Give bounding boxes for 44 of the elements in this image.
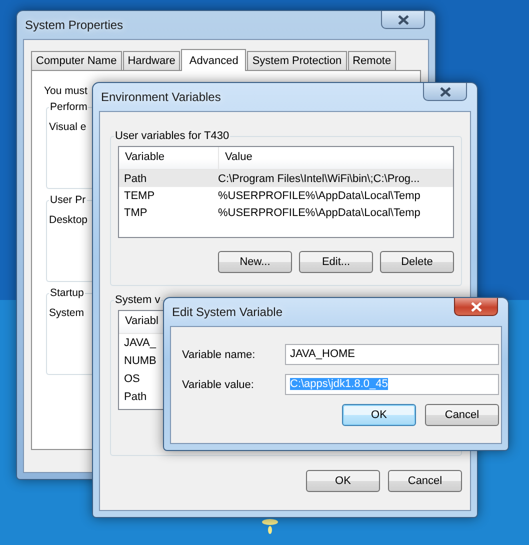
variable-cell-text: TMP <box>124 206 148 218</box>
value-cell: C:\Program Files\Intel\WiFi\bin\;C:\Prog... <box>218 172 420 184</box>
dialog-button[interactable]: Delete <box>380 251 454 273</box>
tab[interactable]: Advanced <box>181 49 246 71</box>
variable-cell-text: TEMP <box>124 190 156 202</box>
tab[interactable]: Remote <box>348 51 396 70</box>
group-label: Startup <box>49 287 85 299</box>
group-label: Perform <box>49 101 88 113</box>
dialog-button[interactable]: OK <box>306 470 380 492</box>
variable-cell-text: Path <box>124 172 148 184</box>
dialog-button[interactable]: OK <box>342 404 416 426</box>
close-icon <box>440 86 450 96</box>
dialog-button[interactable]: New... <box>218 251 292 273</box>
dialog-button[interactable]: Cancel <box>425 404 499 426</box>
window-title: System Properties <box>24 18 124 32</box>
group-label: User Pr <box>49 194 87 206</box>
close-icon <box>398 14 408 24</box>
close-button[interactable] <box>381 11 425 29</box>
list-row[interactable]: Path C:\Program Files\Intel\WiFi\bin\;C:\Prog... <box>119 170 453 187</box>
window-title: Environment Variables <box>100 90 221 104</box>
close-button[interactable] <box>454 298 498 316</box>
tab[interactable]: System Protection <box>247 51 347 70</box>
window-title: Edit System Variable <box>171 305 282 319</box>
group-text: System <box>49 307 84 319</box>
close-icon <box>470 302 482 312</box>
field-label: Variable value: <box>182 378 255 390</box>
list-row[interactable]: TMP %USERPROFILE%\AppData\Local\Temp <box>119 204 453 221</box>
list-row[interactable]: TEMP %USERPROFILE%\AppData\Local\Temp <box>119 187 453 204</box>
tab[interactable]: Hardware <box>122 51 180 70</box>
text-field[interactable]: JAVA_HOME <box>285 344 499 365</box>
dialog-button[interactable]: Cancel <box>388 470 462 492</box>
group-text: Desktop <box>49 214 88 226</box>
group-text: Visual e <box>49 121 86 133</box>
tab[interactable]: Computer Name <box>31 51 122 70</box>
group-label: System v <box>114 294 162 306</box>
field-label: Variable name: <box>182 348 256 360</box>
column-header[interactable]: Variable <box>119 147 219 169</box>
value-cell: %USERPROFILE%\AppData\Local\Temp <box>218 206 420 218</box>
group-label: User variables for T430 <box>114 130 230 142</box>
dialog-button[interactable]: Edit... <box>299 251 373 273</box>
column-header[interactable]: Value <box>219 147 258 169</box>
close-button[interactable] <box>423 83 467 101</box>
notice-text: You must <box>44 85 88 97</box>
value-cell: %USERPROFILE%\AppData\Local\Temp <box>218 190 420 202</box>
